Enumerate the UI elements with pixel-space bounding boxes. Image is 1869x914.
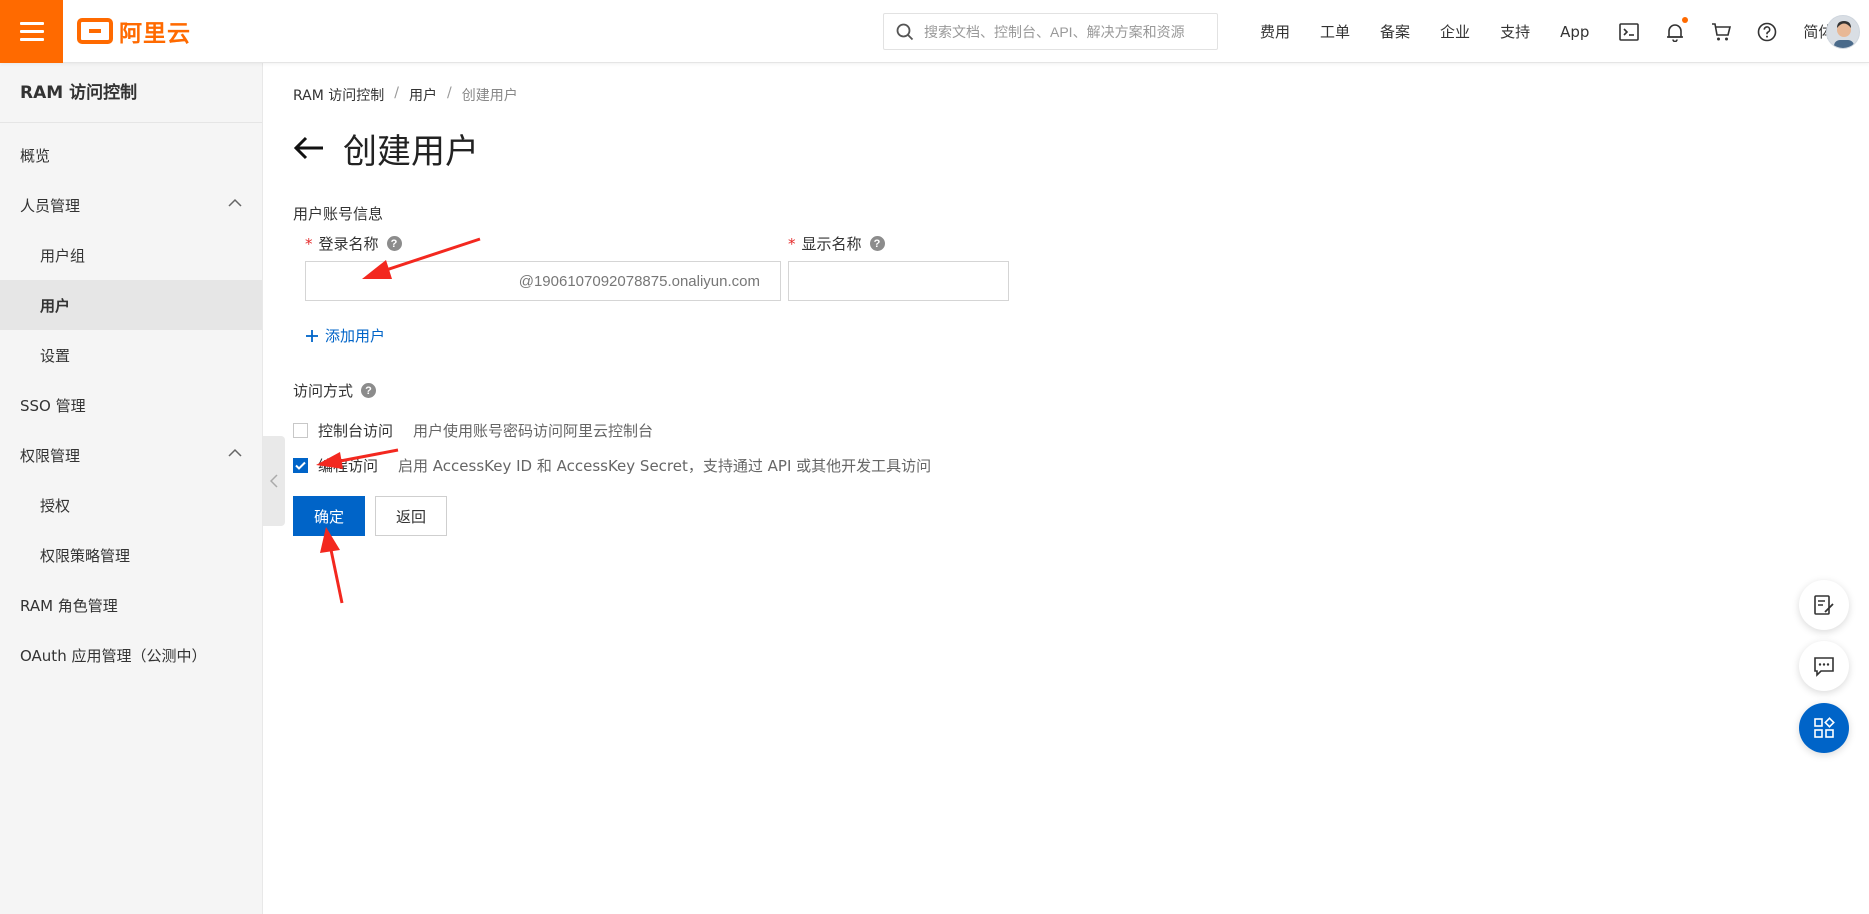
sidebar-item-label: 设置 bbox=[40, 346, 71, 365]
sidebar-title: RAM 访问控制 bbox=[0, 63, 262, 123]
access-method-label-text: 访问方式 bbox=[293, 382, 354, 400]
required-marker: * bbox=[788, 234, 796, 253]
required-marker: * bbox=[305, 234, 313, 253]
access-method-label: 访问方式 ? bbox=[293, 380, 377, 401]
sidebar: RAM 访问控制 概览 人员管理 用户组 用户 设置 SSO 管理 权限管理 授… bbox=[0, 63, 263, 914]
checkmark-icon bbox=[295, 461, 306, 470]
sidebar-item-label: SSO 管理 bbox=[20, 396, 86, 415]
account-info-heading: 用户账号信息 bbox=[293, 205, 384, 223]
nav-fees[interactable]: 费用 bbox=[1260, 21, 1290, 42]
back-arrow-icon[interactable] bbox=[293, 130, 329, 166]
sidebar-item-people-management[interactable]: 人员管理 bbox=[0, 180, 262, 230]
console-access-label: 控制台访问 bbox=[318, 422, 394, 440]
terminal-icon[interactable] bbox=[1619, 22, 1640, 42]
sidebar-item-label: 人员管理 bbox=[20, 196, 81, 215]
login-name-label-text: 登录名称 bbox=[318, 235, 379, 253]
sidebar-collapse-toggle[interactable] bbox=[263, 436, 285, 526]
sidebar-item-label: 概览 bbox=[20, 146, 51, 165]
chevron-up-icon bbox=[228, 198, 242, 207]
sidebar-item-users[interactable]: 用户 bbox=[0, 280, 262, 330]
display-name-input[interactable] bbox=[789, 262, 1004, 300]
nav-icp-filing[interactable]: 备案 bbox=[1380, 21, 1410, 42]
nav-support[interactable]: 支持 bbox=[1500, 21, 1530, 42]
edit-note-icon bbox=[1814, 595, 1834, 615]
sidebar-item-label: 权限策略管理 bbox=[40, 546, 131, 565]
main-content: RAM 访问控制 / 用户 / 创建用户 创建用户 用户账号信息 * 登录名称 … bbox=[293, 63, 1813, 914]
feedback-edit-button[interactable] bbox=[1799, 580, 1849, 630]
sidebar-item-policies[interactable]: 权限策略管理 bbox=[0, 530, 262, 580]
add-user-link[interactable]: 添加用户 bbox=[305, 325, 385, 346]
back-button[interactable]: 返回 bbox=[375, 496, 447, 536]
console-access-description: 用户使用账号密码访问阿里云控制台 bbox=[413, 422, 654, 440]
sidebar-item-overview[interactable]: 概览 bbox=[0, 130, 262, 180]
help-icon[interactable]: ? bbox=[869, 236, 885, 251]
confirm-button[interactable]: 确定 bbox=[293, 496, 365, 536]
programmatic-access-description: 启用 AccessKey ID 和 AccessKey Secret，支持通过 … bbox=[398, 457, 932, 475]
sidebar-item-oauth-apps[interactable]: OAuth 应用管理（公测中） bbox=[0, 630, 262, 680]
nav-tickets[interactable]: 工单 bbox=[1320, 21, 1350, 42]
cart-icon[interactable] bbox=[1711, 22, 1732, 42]
chevron-left-icon bbox=[270, 474, 278, 488]
apps-grid-icon bbox=[1814, 717, 1835, 738]
nav-app[interactable]: App bbox=[1560, 23, 1589, 41]
console-access-option[interactable]: 控制台访问 用户使用账号密码访问阿里云控制台 bbox=[293, 420, 653, 441]
breadcrumb-separator: / bbox=[447, 85, 452, 101]
sidebar-item-label: OAuth 应用管理（公测中） bbox=[20, 646, 207, 665]
breadcrumb-ram[interactable]: RAM 访问控制 bbox=[293, 85, 384, 105]
sidebar-item-label: 用户组 bbox=[40, 246, 86, 265]
breadcrumb-current: 创建用户 bbox=[461, 88, 518, 104]
programmatic-access-label: 编程访问 bbox=[318, 457, 379, 475]
nav-enterprise[interactable]: 企业 bbox=[1440, 21, 1470, 42]
aliyun-logo[interactable]: 阿里云 bbox=[77, 17, 191, 47]
aliyun-logo-mark-icon bbox=[77, 18, 113, 44]
sidebar-item-label: 权限管理 bbox=[20, 446, 81, 465]
help-icon[interactable] bbox=[1757, 22, 1777, 42]
sidebar-item-settings[interactable]: 设置 bbox=[0, 330, 262, 380]
sidebar-item-label: 用户 bbox=[40, 296, 71, 315]
top-nav-links: 费用 工单 备案 企业 支持 App 简体 bbox=[1260, 0, 1863, 63]
bell-icon[interactable] bbox=[1665, 16, 1689, 42]
search-input[interactable] bbox=[924, 23, 1204, 40]
login-name-label: * 登录名称 ? bbox=[305, 233, 402, 254]
login-name-field[interactable]: @1906107092078875.onaliyun.com bbox=[305, 261, 781, 301]
page-header: 创建用户 bbox=[293, 125, 479, 172]
sidebar-item-user-groups[interactable]: 用户组 bbox=[0, 230, 262, 280]
sidebar-item-grants[interactable]: 授权 bbox=[0, 480, 262, 530]
notification-dot bbox=[1682, 16, 1689, 23]
help-icon[interactable]: ? bbox=[361, 383, 377, 398]
top-navigation-bar: 阿里云 费用 工单 备案 企业 支持 App 简体 bbox=[0, 0, 1869, 63]
chat-button[interactable] bbox=[1799, 641, 1849, 691]
login-name-input[interactable] bbox=[306, 262, 506, 300]
chevron-up-icon bbox=[228, 448, 242, 457]
sidebar-item-sso[interactable]: SSO 管理 bbox=[0, 380, 262, 430]
help-icon[interactable]: ? bbox=[386, 236, 402, 251]
sidebar-item-label: 授权 bbox=[40, 496, 71, 515]
menu-icon bbox=[19, 21, 44, 42]
login-name-domain-suffix: @1906107092078875.onaliyun.com bbox=[518, 272, 760, 290]
breadcrumb-users[interactable]: 用户 bbox=[409, 85, 437, 105]
programmatic-access-checkbox[interactable] bbox=[293, 458, 308, 473]
sidebar-item-label: RAM 角色管理 bbox=[20, 596, 118, 615]
apps-button[interactable] bbox=[1799, 703, 1849, 753]
add-user-label: 添加用户 bbox=[325, 327, 386, 345]
programmatic-access-option[interactable]: 编程访问 启用 AccessKey ID 和 AccessKey Secret，… bbox=[293, 455, 931, 476]
display-name-label-text: 显示名称 bbox=[801, 235, 862, 253]
page-title: 创建用户 bbox=[343, 131, 479, 172]
search-icon bbox=[896, 23, 914, 40]
user-avatar[interactable] bbox=[1826, 15, 1860, 49]
global-search[interactable] bbox=[883, 13, 1218, 50]
aliyun-logo-text: 阿里云 bbox=[119, 21, 191, 47]
breadcrumb-separator: / bbox=[394, 85, 399, 101]
plus-icon bbox=[306, 329, 318, 342]
display-name-label: * 显示名称 ? bbox=[788, 233, 885, 254]
display-name-field[interactable] bbox=[788, 261, 1009, 301]
breadcrumb: RAM 访问控制 / 用户 / 创建用户 bbox=[293, 85, 518, 105]
sidebar-item-permission-management[interactable]: 权限管理 bbox=[0, 430, 262, 480]
console-access-checkbox[interactable] bbox=[293, 423, 308, 438]
hamburger-menu-button[interactable] bbox=[0, 0, 63, 63]
chat-icon bbox=[1814, 657, 1834, 677]
sidebar-item-ram-roles[interactable]: RAM 角色管理 bbox=[0, 580, 262, 630]
